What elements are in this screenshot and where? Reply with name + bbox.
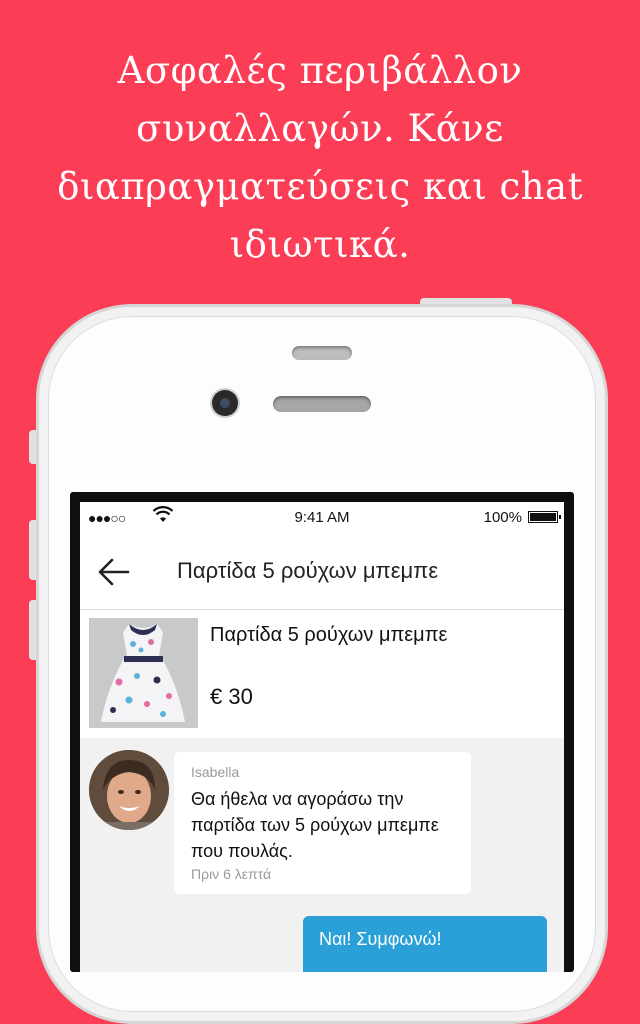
navigation-bar: Παρτίδα 5 ρούχων μπεμπε xyxy=(80,532,564,610)
battery-icon xyxy=(528,511,561,523)
sender-name: Isabella xyxy=(191,764,240,780)
app-screen: ●●●○○ 9:41 AM 100% Παρτίδα 5 ρούχων μπεμ… xyxy=(80,502,564,972)
battery-percentage: 100% xyxy=(483,509,522,526)
back-button[interactable] xyxy=(94,552,134,592)
outgoing-message-text: Ναι! Συμφωνώ! xyxy=(319,929,442,949)
promo-headline: Ασφαλές περιβάλλον συναλλαγών. Κάνε διαπ… xyxy=(0,42,640,274)
message-timestamp: Πριν 6 λεπτά xyxy=(191,866,272,882)
front-camera-icon xyxy=(212,390,238,416)
product-price: € 30 xyxy=(210,684,253,709)
page-title: Παρτίδα 5 ρούχων μπεμπε xyxy=(177,558,439,583)
avatar[interactable] xyxy=(89,750,169,830)
status-bar: ●●●○○ 9:41 AM 100% xyxy=(80,502,564,532)
headline-line-4: ιδιωτικά. xyxy=(229,223,411,266)
headline-line-1: Ασφαλές περιβάλλον xyxy=(117,49,523,92)
headline-line-2: συναλλαγών. Κάνε xyxy=(136,107,504,150)
product-image[interactable] xyxy=(89,618,198,728)
outgoing-message-bubble: Ναι! Συμφωνώ! xyxy=(303,916,547,972)
arrow-left-icon xyxy=(98,558,130,586)
product-card[interactable]: Παρτίδα 5 ρούχων μπεμπε € 30 xyxy=(80,610,564,738)
headline-line-3: διαπραγματεύσεις και chat xyxy=(57,165,583,208)
earpiece-speaker xyxy=(273,396,371,412)
incoming-message-bubble: Isabella Θα ήθελα να αγοράσω την παρτίδα… xyxy=(174,752,471,894)
product-title: Παρτίδα 5 ρούχων μπεμπε xyxy=(210,624,448,646)
incoming-message-text: Θα ήθελα να αγοράσω την παρτίδα των 5 ρο… xyxy=(191,789,439,861)
proximity-sensor xyxy=(292,346,352,360)
phone-screen: ●●●○○ 9:41 AM 100% Παρτίδα 5 ρούχων μπεμ… xyxy=(70,492,574,972)
